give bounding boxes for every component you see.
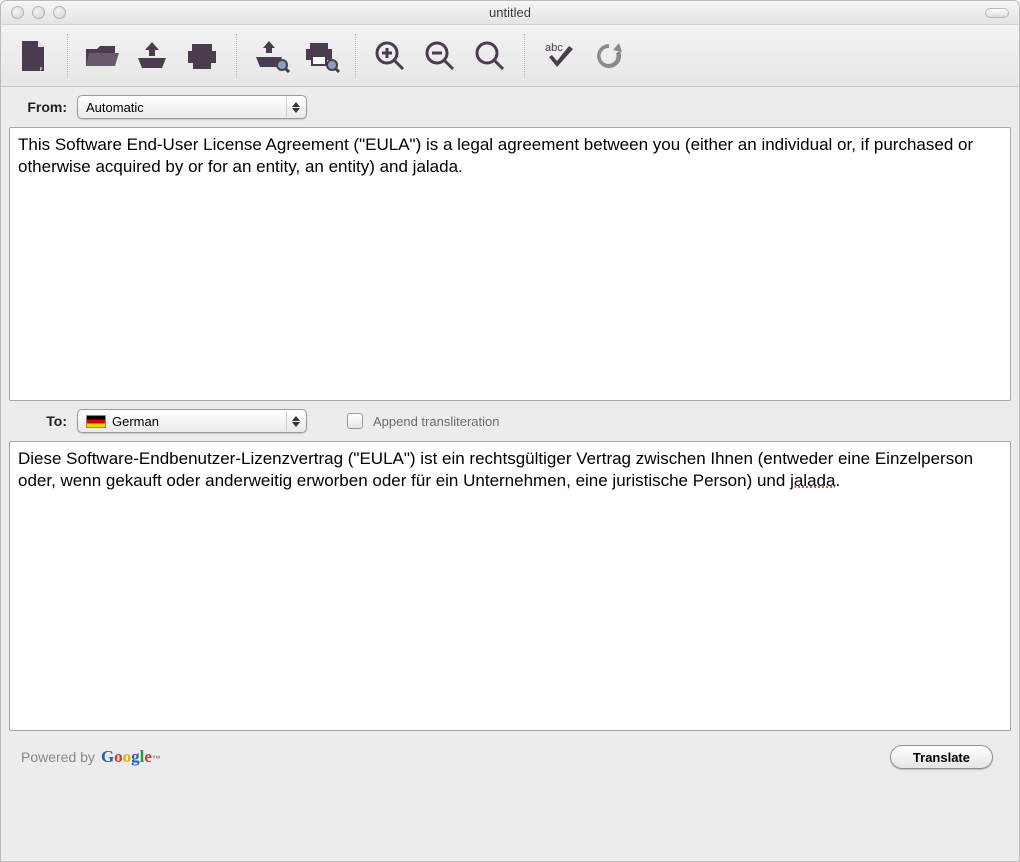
google-logo: Google™: [101, 747, 161, 767]
powered-by: Powered by Google™: [21, 747, 161, 767]
to-language-select[interactable]: German: [77, 409, 307, 433]
select-arrows-icon: [286, 97, 304, 117]
to-language-value: German: [112, 414, 159, 429]
footer: Powered by Google™ Translate: [9, 731, 1011, 783]
select-arrows-icon: [286, 411, 304, 431]
toolbar-divider: [524, 34, 525, 78]
print-button[interactable]: [180, 34, 224, 78]
german-flag-icon: [86, 415, 106, 428]
translate-button-label: Translate: [913, 750, 970, 765]
import-with-search-button[interactable]: [249, 34, 293, 78]
search-button[interactable]: [468, 34, 512, 78]
target-text-post: .: [835, 471, 840, 490]
window-title: untitled: [1, 5, 1019, 20]
append-transliteration-label: Append transliteration: [373, 414, 499, 429]
from-language-select[interactable]: Automatic: [77, 95, 307, 119]
source-text-input[interactable]: This Software End-User License Agreement…: [9, 127, 1011, 401]
app-window: untitled: [0, 0, 1020, 862]
toolbar-divider: [355, 34, 356, 78]
source-text: This Software End-User License Agreement…: [18, 135, 973, 176]
close-window-button[interactable]: [11, 6, 24, 19]
from-language-value: Automatic: [86, 100, 144, 115]
open-button[interactable]: [80, 34, 124, 78]
window-controls: [1, 6, 66, 19]
print-with-search-button[interactable]: [299, 34, 343, 78]
import-button[interactable]: [130, 34, 174, 78]
from-row: From: Automatic: [9, 87, 1011, 127]
titlebar: untitled: [1, 1, 1019, 25]
translate-button[interactable]: Translate: [890, 745, 993, 769]
svg-text:abc: abc: [545, 42, 563, 54]
zoom-in-button[interactable]: [368, 34, 412, 78]
toolbar-divider: [236, 34, 237, 78]
zoom-out-button[interactable]: [418, 34, 462, 78]
powered-by-label: Powered by: [21, 749, 95, 765]
new-document-button[interactable]: [11, 34, 55, 78]
append-transliteration-checkbox[interactable]: [347, 413, 363, 429]
toolbar-divider: [67, 34, 68, 78]
from-label: From:: [15, 99, 67, 115]
toolbar: abc: [1, 25, 1019, 87]
minimize-window-button[interactable]: [32, 6, 45, 19]
refresh-button[interactable]: [587, 34, 631, 78]
target-text-misspelled: jalada: [790, 471, 835, 490]
zoom-window-button[interactable]: [53, 6, 66, 19]
to-label: To:: [15, 413, 67, 429]
content-area: From: Automatic This Software End-User L…: [1, 87, 1019, 861]
target-text-output[interactable]: Diese Software-Endbenutzer-Lizenzvertrag…: [9, 441, 1011, 731]
to-row: To: German Append transliteration: [9, 401, 1011, 441]
spellcheck-button[interactable]: abc: [537, 34, 581, 78]
toolbar-toggle-button[interactable]: [985, 8, 1009, 18]
